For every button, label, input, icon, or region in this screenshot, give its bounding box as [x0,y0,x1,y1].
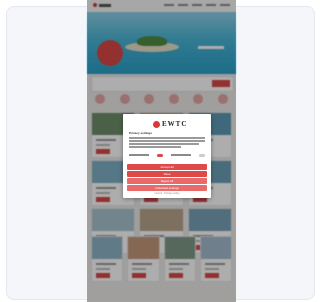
dialog-brand: EWTC [153,119,187,129]
preference-label [171,154,191,156]
dialog-text-line [129,137,205,139]
accept-all-button[interactable]: Accept all [127,164,207,170]
save-button[interactable]: Save [127,171,207,177]
brand-wordmark: EWTC [162,119,188,128]
reject-all-button[interactable]: Reject all [127,178,207,184]
dialog-text-line [129,143,199,145]
preference-toggle[interactable] [157,153,163,157]
cookie-consent-dialog: EWTC Privacy settings Accept all Save Re… [123,114,211,198]
dialog-text-line [129,140,205,142]
dialog-footer-links[interactable]: Imprint · Privacy policy [127,192,207,195]
brand-logo-icon [153,120,160,128]
dialog-text-line [129,146,181,148]
individual-settings-button[interactable]: Individual settings [127,185,207,191]
dialog-title: Privacy settings [129,131,153,135]
preference-toggle[interactable] [199,153,205,157]
preference-label [129,154,149,156]
consent-preferences [129,153,205,157]
